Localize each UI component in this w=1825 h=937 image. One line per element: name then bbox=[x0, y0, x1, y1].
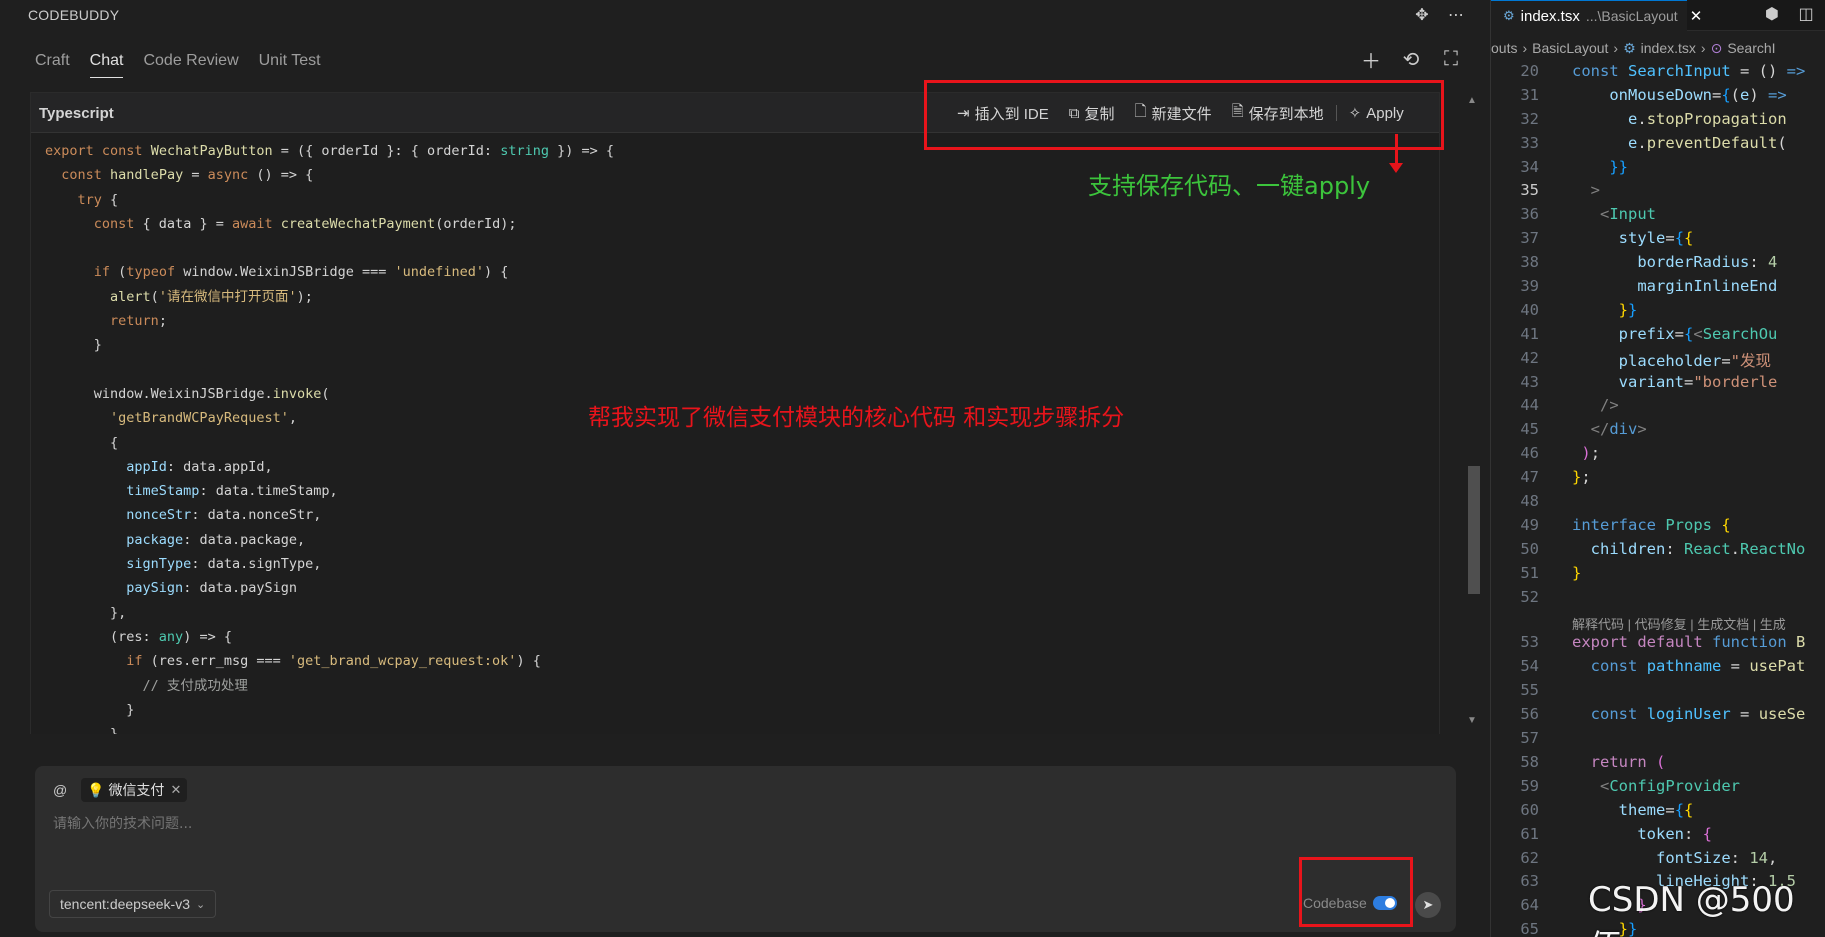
code-line: 61 token: { bbox=[1520, 824, 1713, 843]
gear-icon: ⚙ bbox=[1503, 8, 1515, 23]
prompt-input[interactable] bbox=[53, 816, 953, 832]
context-chip-label: 微信支付 bbox=[108, 782, 165, 798]
editor-tab-name: index.tsx bbox=[1520, 7, 1580, 25]
code-line: 53 export default function B bbox=[1520, 633, 1806, 652]
context-chip[interactable]: 💡 微信支付 ✕ bbox=[81, 778, 188, 802]
breadcrumb-item[interactable]: index.tsx bbox=[1641, 40, 1696, 57]
chevron-right-icon: › bbox=[1522, 40, 1528, 56]
scrollbar-thumb[interactable] bbox=[1468, 466, 1480, 594]
breadcrumb: outs › BasicLayout › ⚙ index.tsx › ⊙ Sea… bbox=[1491, 40, 1776, 57]
tab-bar: Craft Chat Code Review Unit Test bbox=[35, 48, 341, 82]
code-line: 37 style={{ bbox=[1520, 229, 1694, 248]
tab-craft[interactable]: Craft bbox=[35, 48, 70, 78]
code-line: 47}; bbox=[1520, 468, 1591, 487]
code-line: 57 bbox=[1520, 729, 1539, 748]
code-line: 51} bbox=[1520, 563, 1582, 582]
code-line: 38 borderRadius: 4 bbox=[1520, 253, 1778, 272]
more-icon[interactable]: ⋯ bbox=[1446, 5, 1466, 25]
split-editor-icon[interactable]: ◫ bbox=[1796, 4, 1816, 24]
code-line: 52 bbox=[1520, 587, 1539, 606]
code-line: 34 }} bbox=[1520, 157, 1628, 176]
editor-tab-path: ...\BasicLayout bbox=[1585, 8, 1678, 24]
highlight-box-toolbar bbox=[924, 80, 1444, 150]
chevron-right-icon: › bbox=[1700, 40, 1706, 56]
code-line: 54 const pathname = usePat bbox=[1520, 657, 1806, 676]
tab-chat[interactable]: Chat bbox=[89, 48, 124, 78]
code-line: 41 prefix={<SearchOu bbox=[1520, 324, 1778, 343]
tab-unit-test[interactable]: Unit Test bbox=[259, 48, 321, 78]
code-line: 50 children: React.ReactNo bbox=[1520, 539, 1806, 558]
code-line: 20 const SearchInput = () => bbox=[1520, 62, 1806, 80]
history-icon[interactable]: ⟲ bbox=[1400, 48, 1422, 71]
close-icon[interactable]: ✕ bbox=[170, 782, 181, 798]
code-line: 44 /> bbox=[1520, 396, 1619, 415]
code-line: 42 placeholder="发现 bbox=[1520, 348, 1772, 370]
extension-icon[interactable]: ⬢ bbox=[1762, 4, 1782, 24]
symbol-icon: ⊙ bbox=[1710, 40, 1723, 56]
breadcrumb-item[interactable]: BasicLayout bbox=[1532, 40, 1608, 57]
code-language: Typescript bbox=[39, 105, 114, 122]
code-line: 60 theme={{ bbox=[1520, 800, 1694, 819]
code-line: 59 <ConfigProvider bbox=[1520, 776, 1740, 795]
close-icon[interactable]: ✕ bbox=[1690, 7, 1703, 25]
codebuddy-panel: CODEBUDDY ✥ ⋯ Craft Chat Code Review Uni… bbox=[0, 0, 1490, 937]
code-line: 46 ); bbox=[1520, 444, 1601, 463]
code-line: 32 e.stopPropagation bbox=[1520, 109, 1787, 128]
editor-panel: ⚙ index.tsx ...\BasicLayout ✕ ⬢ ◫ outs ›… bbox=[1491, 0, 1825, 937]
scroll-up-arrow[interactable]: ▲ bbox=[1467, 95, 1477, 106]
annotation-arrow-head bbox=[1389, 163, 1403, 173]
chat-input-box: @ 💡 微信支付 ✕ tencent:deepseek-v3 ⌄ Codebas… bbox=[35, 766, 1456, 932]
code-line: 36 <Input bbox=[1520, 205, 1657, 224]
code-line: 43 variant="borderle bbox=[1520, 372, 1778, 391]
chevron-down-icon: ⌄ bbox=[195, 898, 206, 911]
expand-icon[interactable]: ⛶ bbox=[1440, 48, 1462, 70]
send-icon: ➤ bbox=[1422, 897, 1434, 912]
annotation-red: 帮我实现了微信支付模块的核心代码 和实现步骤拆分 bbox=[588, 405, 1125, 431]
tab-actions: ＋ ⟲ ⛶ bbox=[1360, 48, 1462, 73]
header-actions: ✥ ⋯ bbox=[1412, 5, 1466, 25]
editor-actions: ⬢ ◫ bbox=[1762, 4, 1816, 24]
code-line: 45 </div> bbox=[1520, 420, 1647, 439]
code-editor[interactable]: 20 const SearchInput = () => 31 onMouseDo… bbox=[1491, 62, 1825, 937]
code-content: export const WechatPayButton = ({ orderI… bbox=[45, 143, 614, 734]
highlight-box-codebase bbox=[1299, 857, 1413, 927]
watermark: CSDN @500佰 bbox=[1588, 880, 1795, 937]
editor-tab-bar: ⚙ index.tsx ...\BasicLayout ✕ ⬢ ◫ bbox=[1491, 0, 1825, 31]
editor-tab-index[interactable]: ⚙ index.tsx ...\BasicLayout ✕ bbox=[1491, 0, 1702, 31]
code-line: 39 marginInlineEnd bbox=[1520, 277, 1778, 296]
codelens-actions[interactable]: 解释代码 | 代码修复 | 生成文档 | 生成 bbox=[1491, 611, 1825, 633]
breadcrumb-item[interactable]: outs bbox=[1491, 40, 1517, 57]
send-button[interactable]: ➤ bbox=[1415, 892, 1441, 918]
chevron-right-icon: › bbox=[1613, 40, 1619, 56]
move-icon[interactable]: ✥ bbox=[1412, 5, 1432, 25]
app-title: CODEBUDDY bbox=[28, 7, 120, 23]
mention-button[interactable]: @ bbox=[53, 782, 67, 798]
gear-icon: ⚙ bbox=[1623, 40, 1636, 56]
code-line: 55 bbox=[1520, 681, 1539, 700]
code-line: 35 > bbox=[1520, 181, 1601, 200]
code-line: 49 interface Props { bbox=[1520, 515, 1731, 534]
lightbulb-icon: 💡 bbox=[87, 781, 105, 798]
code-line: 62 fontSize: 14, bbox=[1520, 848, 1778, 867]
panel-header: CODEBUDDY ✥ ⋯ bbox=[0, 0, 1490, 30]
code-line: 40 }} bbox=[1520, 300, 1638, 319]
code-line: 58 return ( bbox=[1520, 752, 1666, 771]
model-select-label: tencent:deepseek-v3 bbox=[60, 896, 190, 912]
model-select[interactable]: tencent:deepseek-v3 ⌄ bbox=[49, 890, 217, 918]
annotation-green: 支持保存代码、一键apply bbox=[1088, 172, 1371, 200]
code-line: 56 const loginUser = useSe bbox=[1520, 705, 1806, 724]
code-line: 33 e.preventDefault( bbox=[1520, 133, 1787, 152]
breadcrumb-item[interactable]: SearchI bbox=[1727, 40, 1775, 57]
plus-icon[interactable]: ＋ bbox=[1360, 48, 1382, 73]
scroll-down-arrow[interactable]: ▼ bbox=[1467, 715, 1477, 726]
tab-code-review[interactable]: Code Review bbox=[143, 48, 238, 78]
code-line: 31 onMouseDown={(e) => bbox=[1520, 85, 1787, 104]
code-line: 48 bbox=[1520, 492, 1539, 511]
